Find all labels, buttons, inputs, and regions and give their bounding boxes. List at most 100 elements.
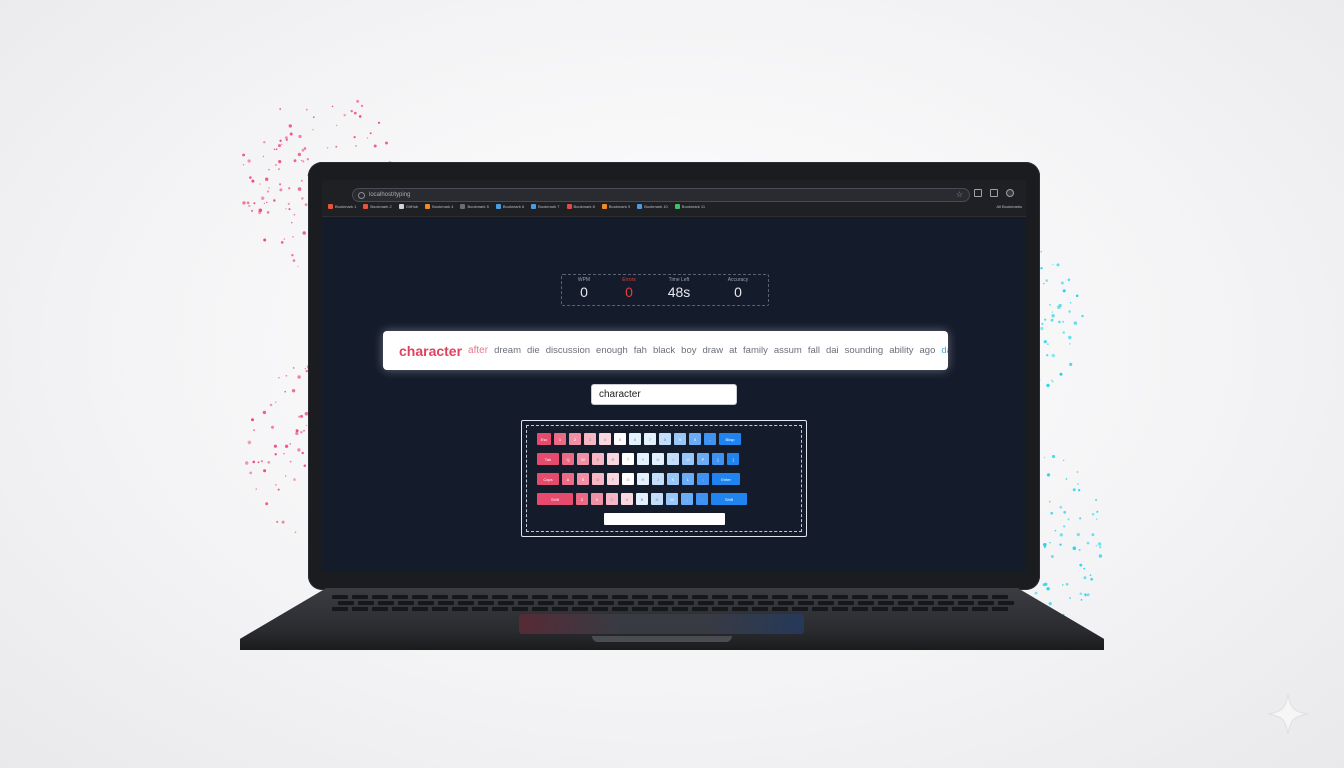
key-p[interactable]: P bbox=[697, 453, 709, 465]
bookmark-label: Bookmark 6 bbox=[502, 204, 525, 209]
key-8[interactable]: 8 bbox=[659, 433, 671, 445]
bookmark-item[interactable]: Bookmark 6 bbox=[495, 204, 525, 209]
bookmark-item[interactable]: Bookmark 2 bbox=[363, 204, 392, 209]
key-z[interactable]: Z bbox=[576, 493, 588, 505]
site-info-icon[interactable] bbox=[358, 192, 365, 199]
key-c[interactable]: C bbox=[606, 493, 618, 505]
upcoming-word: at bbox=[729, 345, 738, 356]
key-q[interactable]: Q bbox=[562, 453, 574, 465]
key-d[interactable]: D bbox=[592, 473, 604, 485]
key-[interactable]: , bbox=[681, 493, 693, 505]
key-9[interactable]: 9 bbox=[674, 433, 686, 445]
bookmark-item[interactable]: Bookmark 8 bbox=[566, 204, 595, 209]
profile-icon[interactable] bbox=[1006, 189, 1014, 197]
key-r[interactable]: R bbox=[607, 453, 619, 465]
key-4[interactable]: 4 bbox=[599, 433, 611, 445]
key-3[interactable]: 3 bbox=[584, 433, 596, 445]
key-5[interactable]: 5 bbox=[614, 433, 626, 445]
key-[interactable]: ; bbox=[697, 473, 709, 485]
key-l[interactable]: L bbox=[682, 473, 694, 485]
key-w[interactable]: W bbox=[577, 453, 589, 465]
key-t[interactable]: T bbox=[622, 453, 634, 465]
key-o[interactable]: O bbox=[682, 453, 694, 465]
key-tab[interactable]: Tab bbox=[537, 453, 559, 465]
sidebar-icon[interactable] bbox=[990, 189, 998, 197]
bookmark-item[interactable]: Bookmark 5 bbox=[460, 204, 489, 209]
key-space[interactable] bbox=[604, 513, 725, 525]
key-b[interactable]: B bbox=[636, 493, 648, 505]
key-[interactable]: - bbox=[704, 433, 716, 445]
laptop-hinge-notch bbox=[592, 636, 732, 642]
upcoming-word: after bbox=[468, 345, 489, 356]
word-list: character after dream die discussion enough fa… bbox=[399, 331, 948, 370]
bookmark-label: Bookmark 10 bbox=[644, 204, 668, 209]
key-h[interactable]: H bbox=[637, 473, 649, 485]
key-e[interactable]: E bbox=[592, 453, 604, 465]
typing-input[interactable] bbox=[591, 384, 737, 405]
browser-toolbar: localhost/typing ☆ Bookmark 1 Bookmark 2 G… bbox=[322, 180, 1026, 217]
keyboard-row: Esc 1 2 3 4 5 6 7 8 9 0- Bksp bbox=[537, 433, 741, 445]
bookmark-item[interactable]: Bookmark 4 bbox=[425, 204, 453, 209]
key-[interactable]: [ bbox=[712, 453, 724, 465]
laptop-keyboard bbox=[322, 593, 1022, 613]
key-7[interactable]: 7 bbox=[644, 433, 656, 445]
stat-errors-value: 0 bbox=[625, 284, 633, 300]
key-bksp[interactable]: Bksp bbox=[719, 433, 741, 445]
bookmark-favicon-icon bbox=[363, 204, 369, 209]
bookmark-item[interactable]: Bookmark 1 bbox=[328, 204, 356, 209]
upcoming-word: discussion bbox=[545, 345, 591, 356]
upcoming-word: day bbox=[941, 345, 948, 356]
key-shift[interactable]: Shift bbox=[711, 493, 747, 505]
key-g[interactable]: G bbox=[622, 473, 634, 485]
bookmark-item[interactable]: Bookmark 11 bbox=[674, 204, 705, 209]
address-bar[interactable]: localhost/typing ☆ bbox=[352, 188, 970, 202]
bookmark-favicon-icon bbox=[674, 204, 680, 209]
key-0[interactable]: 0 bbox=[689, 433, 701, 445]
word-strip: character after dream die discussion enough fa… bbox=[383, 331, 948, 370]
upcoming-word: draw bbox=[702, 345, 724, 356]
key-m[interactable]: M bbox=[666, 493, 678, 505]
bookmark-favicon-icon bbox=[566, 204, 572, 209]
all-bookmarks-button[interactable]: All Bookmarks bbox=[996, 204, 1022, 209]
key-6[interactable]: 6 bbox=[629, 433, 641, 445]
key-enter[interactable]: Enter bbox=[712, 473, 740, 485]
bookmark-favicon-icon bbox=[460, 204, 466, 209]
bookmark-star-icon[interactable]: ☆ bbox=[956, 189, 963, 201]
keyboard-row: Tab Q W E R T Y U I O P[] bbox=[537, 453, 739, 465]
key-n[interactable]: N bbox=[651, 493, 663, 505]
key-u[interactable]: U bbox=[652, 453, 664, 465]
key-esc[interactable]: Esc bbox=[537, 433, 551, 445]
bookmark-item[interactable]: Bookmark 10 bbox=[637, 204, 668, 209]
key-y[interactable]: Y bbox=[637, 453, 649, 465]
key-j[interactable]: J bbox=[652, 473, 664, 485]
key-shift[interactable]: Shift bbox=[537, 493, 573, 505]
key-2[interactable]: 2 bbox=[569, 433, 581, 445]
stat-time-label: Time Left bbox=[668, 277, 690, 283]
bookmark-item[interactable]: Bookmark 9 bbox=[601, 204, 630, 209]
upcoming-word: die bbox=[527, 345, 540, 356]
trackpad bbox=[519, 614, 804, 634]
stat-accuracy-value: 0 bbox=[734, 284, 742, 300]
key-i[interactable]: I bbox=[667, 453, 679, 465]
extensions-icon[interactable] bbox=[974, 189, 982, 197]
key-f[interactable]: F bbox=[607, 473, 619, 485]
bookmark-item[interactable]: Bookmark 7 bbox=[531, 204, 560, 209]
key-1[interactable]: 1 bbox=[554, 433, 566, 445]
upcoming-word: black bbox=[652, 345, 676, 356]
key-[interactable]: . bbox=[696, 493, 708, 505]
bookmark-label: Bookmark 8 bbox=[573, 204, 595, 209]
bookmark-item[interactable]: GitHub bbox=[398, 204, 418, 209]
key-k[interactable]: K bbox=[667, 473, 679, 485]
keyboard-row: Caps A S D F G H J K L; Enter bbox=[537, 473, 740, 485]
key-[interactable]: ] bbox=[727, 453, 739, 465]
keyboard-row: Shift Z X C V B N M,. Shift bbox=[537, 493, 747, 505]
key-s[interactable]: S bbox=[577, 473, 589, 485]
current-word: character bbox=[399, 342, 463, 359]
key-v[interactable]: V bbox=[621, 493, 633, 505]
key-a[interactable]: A bbox=[562, 473, 574, 485]
key-caps[interactable]: Caps bbox=[537, 473, 559, 485]
key-x[interactable]: X bbox=[591, 493, 603, 505]
browser-screen: localhost/typing ☆ Bookmark 1 Bookmark 2 G… bbox=[322, 180, 1026, 572]
stat-accuracy-label: Accuracy bbox=[727, 277, 749, 283]
bookmark-favicon-icon bbox=[495, 204, 501, 209]
